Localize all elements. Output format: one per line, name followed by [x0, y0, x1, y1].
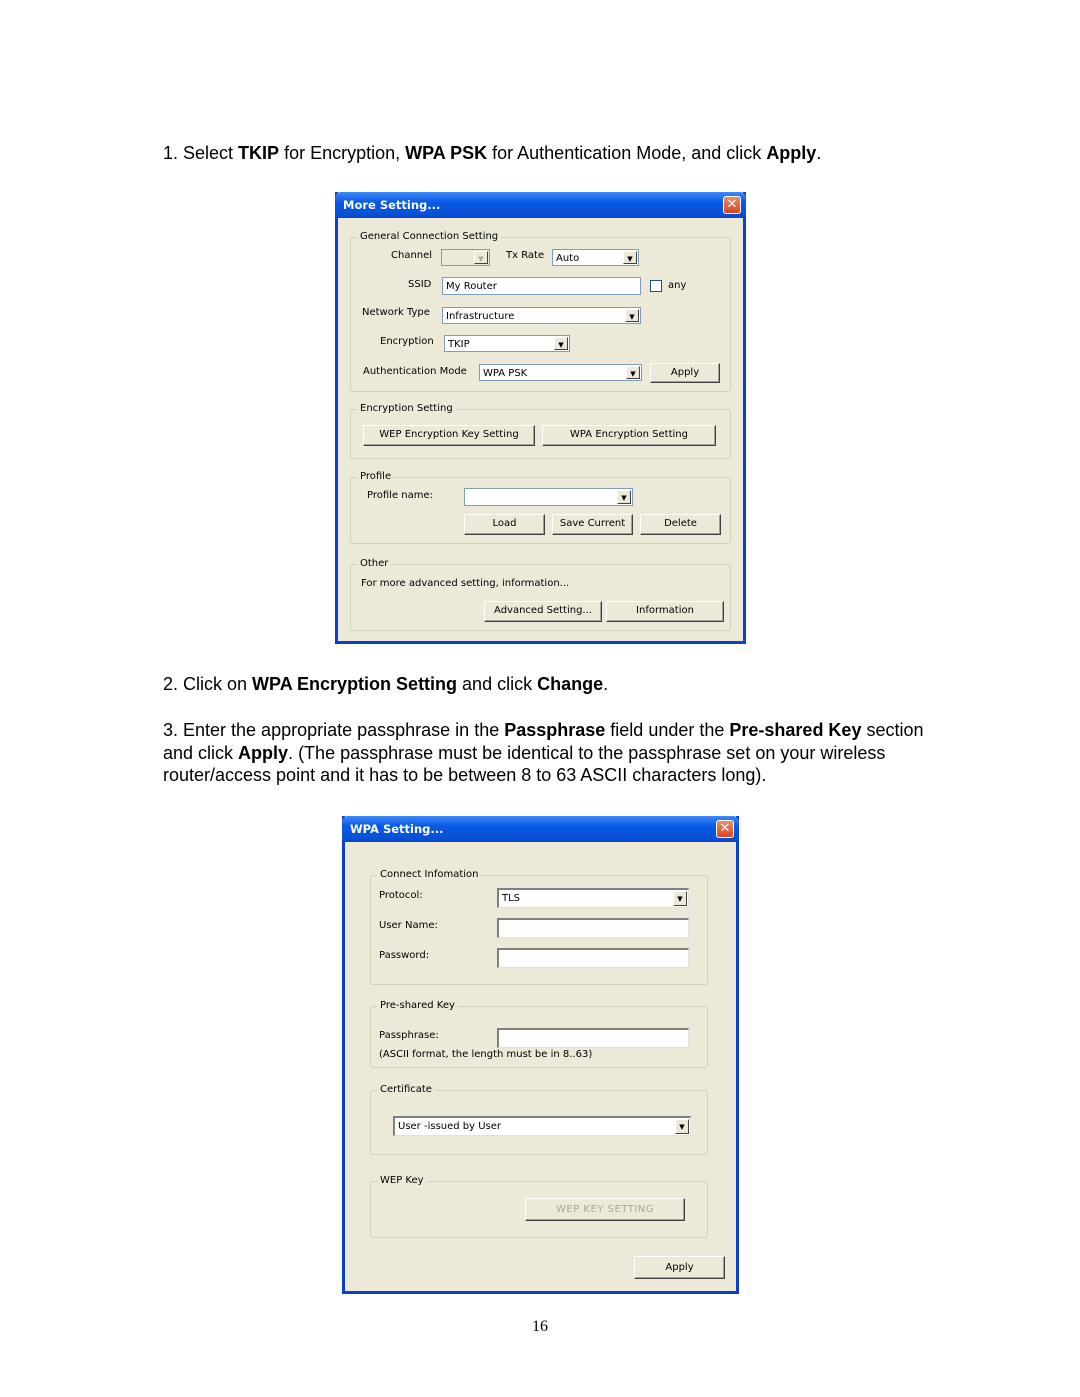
certificate-select[interactable]: User -issued by User ▼ — [393, 1116, 691, 1136]
text: field under the — [605, 720, 730, 740]
text: for Authentication Mode, and click — [487, 143, 767, 163]
dialog-title: WPA Setting... — [350, 822, 444, 836]
wpa-encryption-setting-button[interactable]: WPA Encryption Setting — [542, 425, 716, 446]
group-label: Pre-shared Key — [377, 1000, 458, 1012]
select-value: User -issued by User — [398, 1121, 502, 1132]
advanced-setting-button[interactable]: Advanced Setting... — [484, 601, 602, 622]
group-label: General Connection Setting — [357, 231, 502, 243]
profile-name-label: Profile name: — [367, 490, 434, 501]
select-value: TKIP — [448, 339, 470, 350]
passphrase-hint: (ASCII format, the length must be in 8..… — [379, 1049, 593, 1060]
load-button[interactable]: Load — [464, 514, 545, 535]
group-label: Other — [357, 558, 392, 570]
password-label: Password: — [379, 950, 430, 961]
text: 3. Enter the appropriate passphrase in t… — [163, 720, 505, 740]
step-3-text: 3. Enter the appropriate passphrase in t… — [163, 719, 953, 787]
text: . — [816, 143, 822, 163]
passphrase-input[interactable] — [497, 1028, 689, 1048]
protocol-select[interactable]: TLS ▼ — [497, 888, 689, 908]
bold-text: WPA PSK — [405, 143, 488, 163]
ssid-input[interactable]: My Router — [442, 277, 641, 295]
chevron-down-icon: ▼ — [673, 891, 687, 906]
bold-text: WPA Encryption Setting — [252, 674, 458, 694]
close-icon[interactable]: ✕ — [723, 196, 741, 214]
title-bar: WPA Setting... ✕ — [342, 816, 739, 842]
group-label: Encryption Setting — [357, 403, 456, 415]
chevron-down-icon: ▼ — [554, 337, 568, 350]
group-label: Connect Infomation — [377, 869, 482, 881]
group-label: Profile — [357, 471, 395, 483]
chevron-down-icon: ▼ — [474, 251, 488, 264]
bold-text: Change — [537, 674, 604, 694]
text: and click — [457, 674, 538, 694]
page-number: 16 — [532, 1318, 548, 1335]
chevron-down-icon: ▼ — [623, 251, 637, 264]
more-setting-dialog: More Setting... ✕ General Connection Set… — [335, 192, 746, 644]
wep-key-setting-button[interactable]: WEP KEY SETTING — [525, 1198, 685, 1221]
other-description: For more advanced setting, information..… — [361, 578, 570, 589]
chevron-down-icon: ▼ — [625, 309, 639, 322]
dialog-title: More Setting... — [343, 198, 441, 212]
encryption-select[interactable]: TKIP ▼ — [444, 335, 570, 352]
bold-text: Pre-shared Key — [729, 720, 862, 740]
any-label: any — [668, 280, 687, 291]
tx-rate-label: Tx Rate — [506, 250, 545, 261]
protocol-label: Protocol: — [379, 890, 423, 901]
text: . — [603, 674, 609, 694]
chevron-down-icon: ▼ — [626, 366, 640, 379]
apply-button[interactable]: Apply — [634, 1256, 725, 1279]
auth-mode-select[interactable]: WPA PSK ▼ — [479, 364, 642, 381]
channel-select[interactable]: ▼ — [441, 249, 490, 266]
wpa-setting-dialog: WPA Setting... ✕ Connect Infomation Prot… — [342, 816, 739, 1294]
chevron-down-icon: ▼ — [617, 490, 631, 504]
group-label: Certificate — [377, 1084, 435, 1096]
title-bar: More Setting... ✕ — [335, 192, 746, 218]
bold-text: Apply — [238, 742, 289, 763]
select-value: WPA PSK — [483, 368, 528, 379]
information-button[interactable]: Information — [606, 601, 724, 622]
group-label: WEP Key — [377, 1175, 427, 1187]
step-2-text: 2. Click on WPA Encryption Setting and c… — [163, 673, 953, 696]
step-1-text: 1. Select TKIP for Encryption, WPA PSK f… — [163, 142, 953, 165]
network-type-select[interactable]: Infrastructure ▼ — [442, 307, 641, 324]
select-value: Auto — [556, 253, 580, 264]
save-current-button[interactable]: Save Current — [552, 514, 633, 535]
bold-text: Passphrase — [504, 720, 606, 740]
password-input[interactable] — [497, 948, 689, 968]
user-name-label: User Name: — [379, 920, 438, 931]
auth-mode-label: Authentication Mode — [363, 366, 467, 377]
text: 2. Click on — [163, 674, 253, 694]
passphrase-label: Passphrase: — [379, 1030, 439, 1041]
user-name-input[interactable] — [497, 918, 689, 938]
channel-label: Channel — [391, 250, 433, 261]
network-type-label: Network Type — [362, 307, 430, 318]
any-checkbox[interactable] — [650, 280, 662, 292]
text: for Encryption, — [279, 143, 406, 163]
close-icon[interactable]: ✕ — [716, 820, 734, 838]
tx-rate-select[interactable]: Auto ▼ — [552, 249, 639, 266]
text: 1. Select — [163, 143, 239, 163]
chevron-down-icon: ▼ — [675, 1119, 689, 1134]
select-value: TLS — [502, 893, 521, 904]
apply-button[interactable]: Apply — [650, 363, 720, 383]
wep-encryption-key-setting-button[interactable]: WEP Encryption Key Setting — [363, 425, 535, 446]
encryption-label: Encryption — [380, 336, 434, 347]
ssid-label: SSID — [408, 279, 432, 290]
profile-name-select[interactable]: ▼ — [464, 488, 633, 506]
delete-button[interactable]: Delete — [640, 514, 721, 535]
bold-text: TKIP — [238, 143, 280, 163]
bold-text: Apply — [766, 143, 817, 163]
select-value: Infrastructure — [446, 311, 515, 322]
